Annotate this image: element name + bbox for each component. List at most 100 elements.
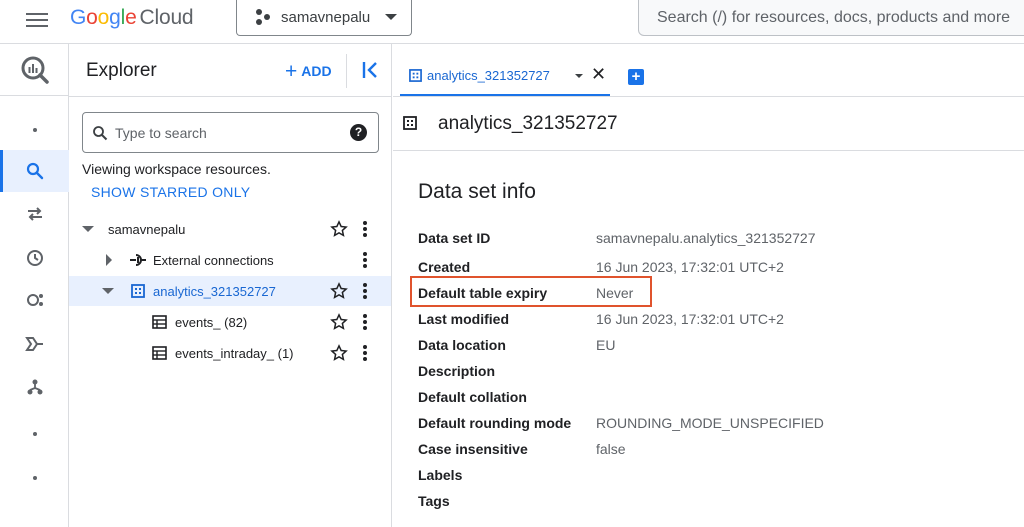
close-tab-icon[interactable]: ✕	[591, 65, 606, 83]
info-row: Data location EU	[418, 337, 1018, 357]
top-bar: Google Cloud samavnepalu Search (/) for r…	[0, 0, 1024, 44]
dataset-icon	[409, 69, 422, 82]
explorer-header-divider	[69, 96, 391, 97]
rail-transfers-item[interactable]	[0, 194, 69, 234]
explorer-search-placeholder: Type to search	[115, 125, 207, 141]
dataset-header: analytics_321352727	[393, 97, 1024, 151]
info-row: Default rounding mode ROUNDING_MODE_UNSPE…	[418, 415, 1018, 435]
dot-icon	[32, 432, 37, 436]
table-icon	[152, 315, 167, 329]
more-actions-icon[interactable]	[363, 252, 367, 268]
rail-dot-item-3[interactable]	[0, 458, 69, 498]
show-starred-only-link[interactable]: SHOW STARRED ONLY	[91, 184, 250, 200]
more-actions-icon[interactable]	[363, 283, 367, 299]
star-icon[interactable]	[330, 313, 348, 331]
info-row: Tags	[418, 493, 1018, 513]
more-actions-icon[interactable]	[363, 221, 367, 237]
tree-item-label: analytics_321352727	[153, 284, 276, 299]
global-search-input[interactable]: Search (/) for resources, docs, products…	[638, 0, 1024, 36]
logo-google-text: Google	[70, 6, 137, 29]
more-actions-icon[interactable]	[363, 345, 367, 361]
rail-dataflow-item[interactable]	[0, 324, 69, 364]
chevron-down-icon	[385, 14, 397, 20]
bigquery-logo-icon	[21, 56, 49, 84]
plus-icon: +	[285, 60, 298, 83]
tree-item-dataset[interactable]: analytics_321352727	[69, 276, 391, 306]
explorer-title: Explorer	[86, 60, 157, 81]
tree-item-table-events[interactable]: events_ (82)	[69, 307, 391, 337]
info-key: Default collation	[418, 389, 527, 405]
collapse-panel-icon[interactable]	[359, 58, 383, 82]
main-menu-icon[interactable]	[26, 10, 48, 28]
tab-dataset[interactable]: analytics_321352727 ✕	[400, 55, 610, 96]
expand-arrow-icon[interactable]	[82, 226, 94, 232]
rail-dot-item[interactable]	[0, 110, 69, 150]
hierarchy-icon	[27, 379, 42, 395]
rail-scheduled-item[interactable]	[0, 238, 69, 278]
expand-arrow-icon[interactable]	[102, 288, 114, 294]
tree-item-label: events_intraday_ (1)	[175, 346, 294, 361]
tree-item-project[interactable]: samavnepalu	[69, 214, 391, 244]
search-icon	[93, 126, 108, 141]
project-selector[interactable]: samavnepalu	[236, 0, 412, 36]
tree-item-table-events-intraday[interactable]: events_intraday_ (1)	[69, 338, 391, 368]
info-key: Default rounding mode	[418, 415, 572, 431]
info-key: Created	[418, 259, 471, 275]
dataset-title: analytics_321352727	[438, 113, 618, 134]
external-connection-icon	[130, 254, 146, 266]
tab-label: analytics_321352727	[427, 68, 550, 83]
info-key: Description	[418, 363, 496, 379]
add-label: ADD	[301, 63, 332, 79]
info-key: Last modified	[418, 311, 510, 327]
pipeline-icon	[24, 337, 43, 351]
star-icon[interactable]	[330, 220, 348, 238]
tree-item-label: samavnepalu	[108, 222, 186, 237]
info-value: samavnepalu.analytics_321352727	[596, 230, 816, 246]
rail-dot-item-2[interactable]	[0, 414, 69, 454]
rail-dataform-item[interactable]	[0, 367, 69, 407]
highlight-box	[410, 276, 652, 307]
more-actions-icon[interactable]	[363, 314, 367, 330]
google-cloud-logo[interactable]: Google Cloud	[70, 6, 194, 30]
bigquery-icon[interactable]	[0, 50, 69, 90]
project-name: samavnepalu	[281, 9, 371, 26]
explorer-search-input[interactable]: Type to search ?	[82, 112, 379, 153]
dot-icon	[32, 476, 37, 480]
explorer-panel: Explorer + ADD Type to search ? Viewing w…	[69, 44, 392, 527]
editor-tab-bar: analytics_321352727 ✕ +	[393, 44, 1024, 97]
tree-item-external-connections[interactable]: External connections	[69, 245, 391, 275]
help-icon[interactable]: ?	[350, 124, 367, 141]
new-tab-icon[interactable]: +	[628, 69, 644, 85]
star-icon[interactable]	[330, 282, 348, 300]
rail-search-item[interactable]	[0, 150, 69, 192]
search-icon	[26, 162, 43, 180]
viewing-resources-text: Viewing workspace resources.	[82, 161, 271, 177]
dot-icon	[32, 128, 37, 132]
info-row: Case insensitive false	[418, 441, 1018, 461]
global-search-placeholder: Search (/) for resources, docs, products…	[657, 9, 1011, 26]
left-nav-rail	[0, 44, 69, 527]
table-icon	[152, 346, 167, 360]
header-divider	[346, 54, 347, 88]
info-value: EU	[596, 337, 616, 353]
tree-item-label: events_ (82)	[175, 315, 248, 330]
rail-divider	[0, 95, 69, 96]
tab-menu-caret-icon[interactable]	[575, 74, 583, 78]
rail-analytics-hub-item[interactable]	[0, 280, 69, 320]
info-row: Default collation	[418, 389, 1018, 409]
info-value: 16 Jun 2023, 17:32:01 UTC+2	[596, 259, 784, 275]
logo-cloud-text: Cloud	[139, 6, 194, 29]
info-key: Data set ID	[418, 230, 491, 246]
info-key: Labels	[418, 467, 463, 483]
swap-arrows-icon	[27, 207, 42, 221]
add-button[interactable]: + ADD	[285, 60, 332, 84]
expand-arrow-icon[interactable]	[106, 254, 112, 266]
tree-item-label: External connections	[153, 253, 274, 268]
analytics-hub-icon	[26, 294, 43, 306]
star-icon[interactable]	[330, 344, 348, 362]
info-row: Data set ID samavnepalu.analytics_3213527…	[418, 230, 1018, 250]
dataset-icon	[131, 284, 145, 298]
info-key: Tags	[418, 493, 450, 509]
project-dots-icon	[256, 9, 270, 25]
info-row: Description	[418, 363, 1018, 383]
